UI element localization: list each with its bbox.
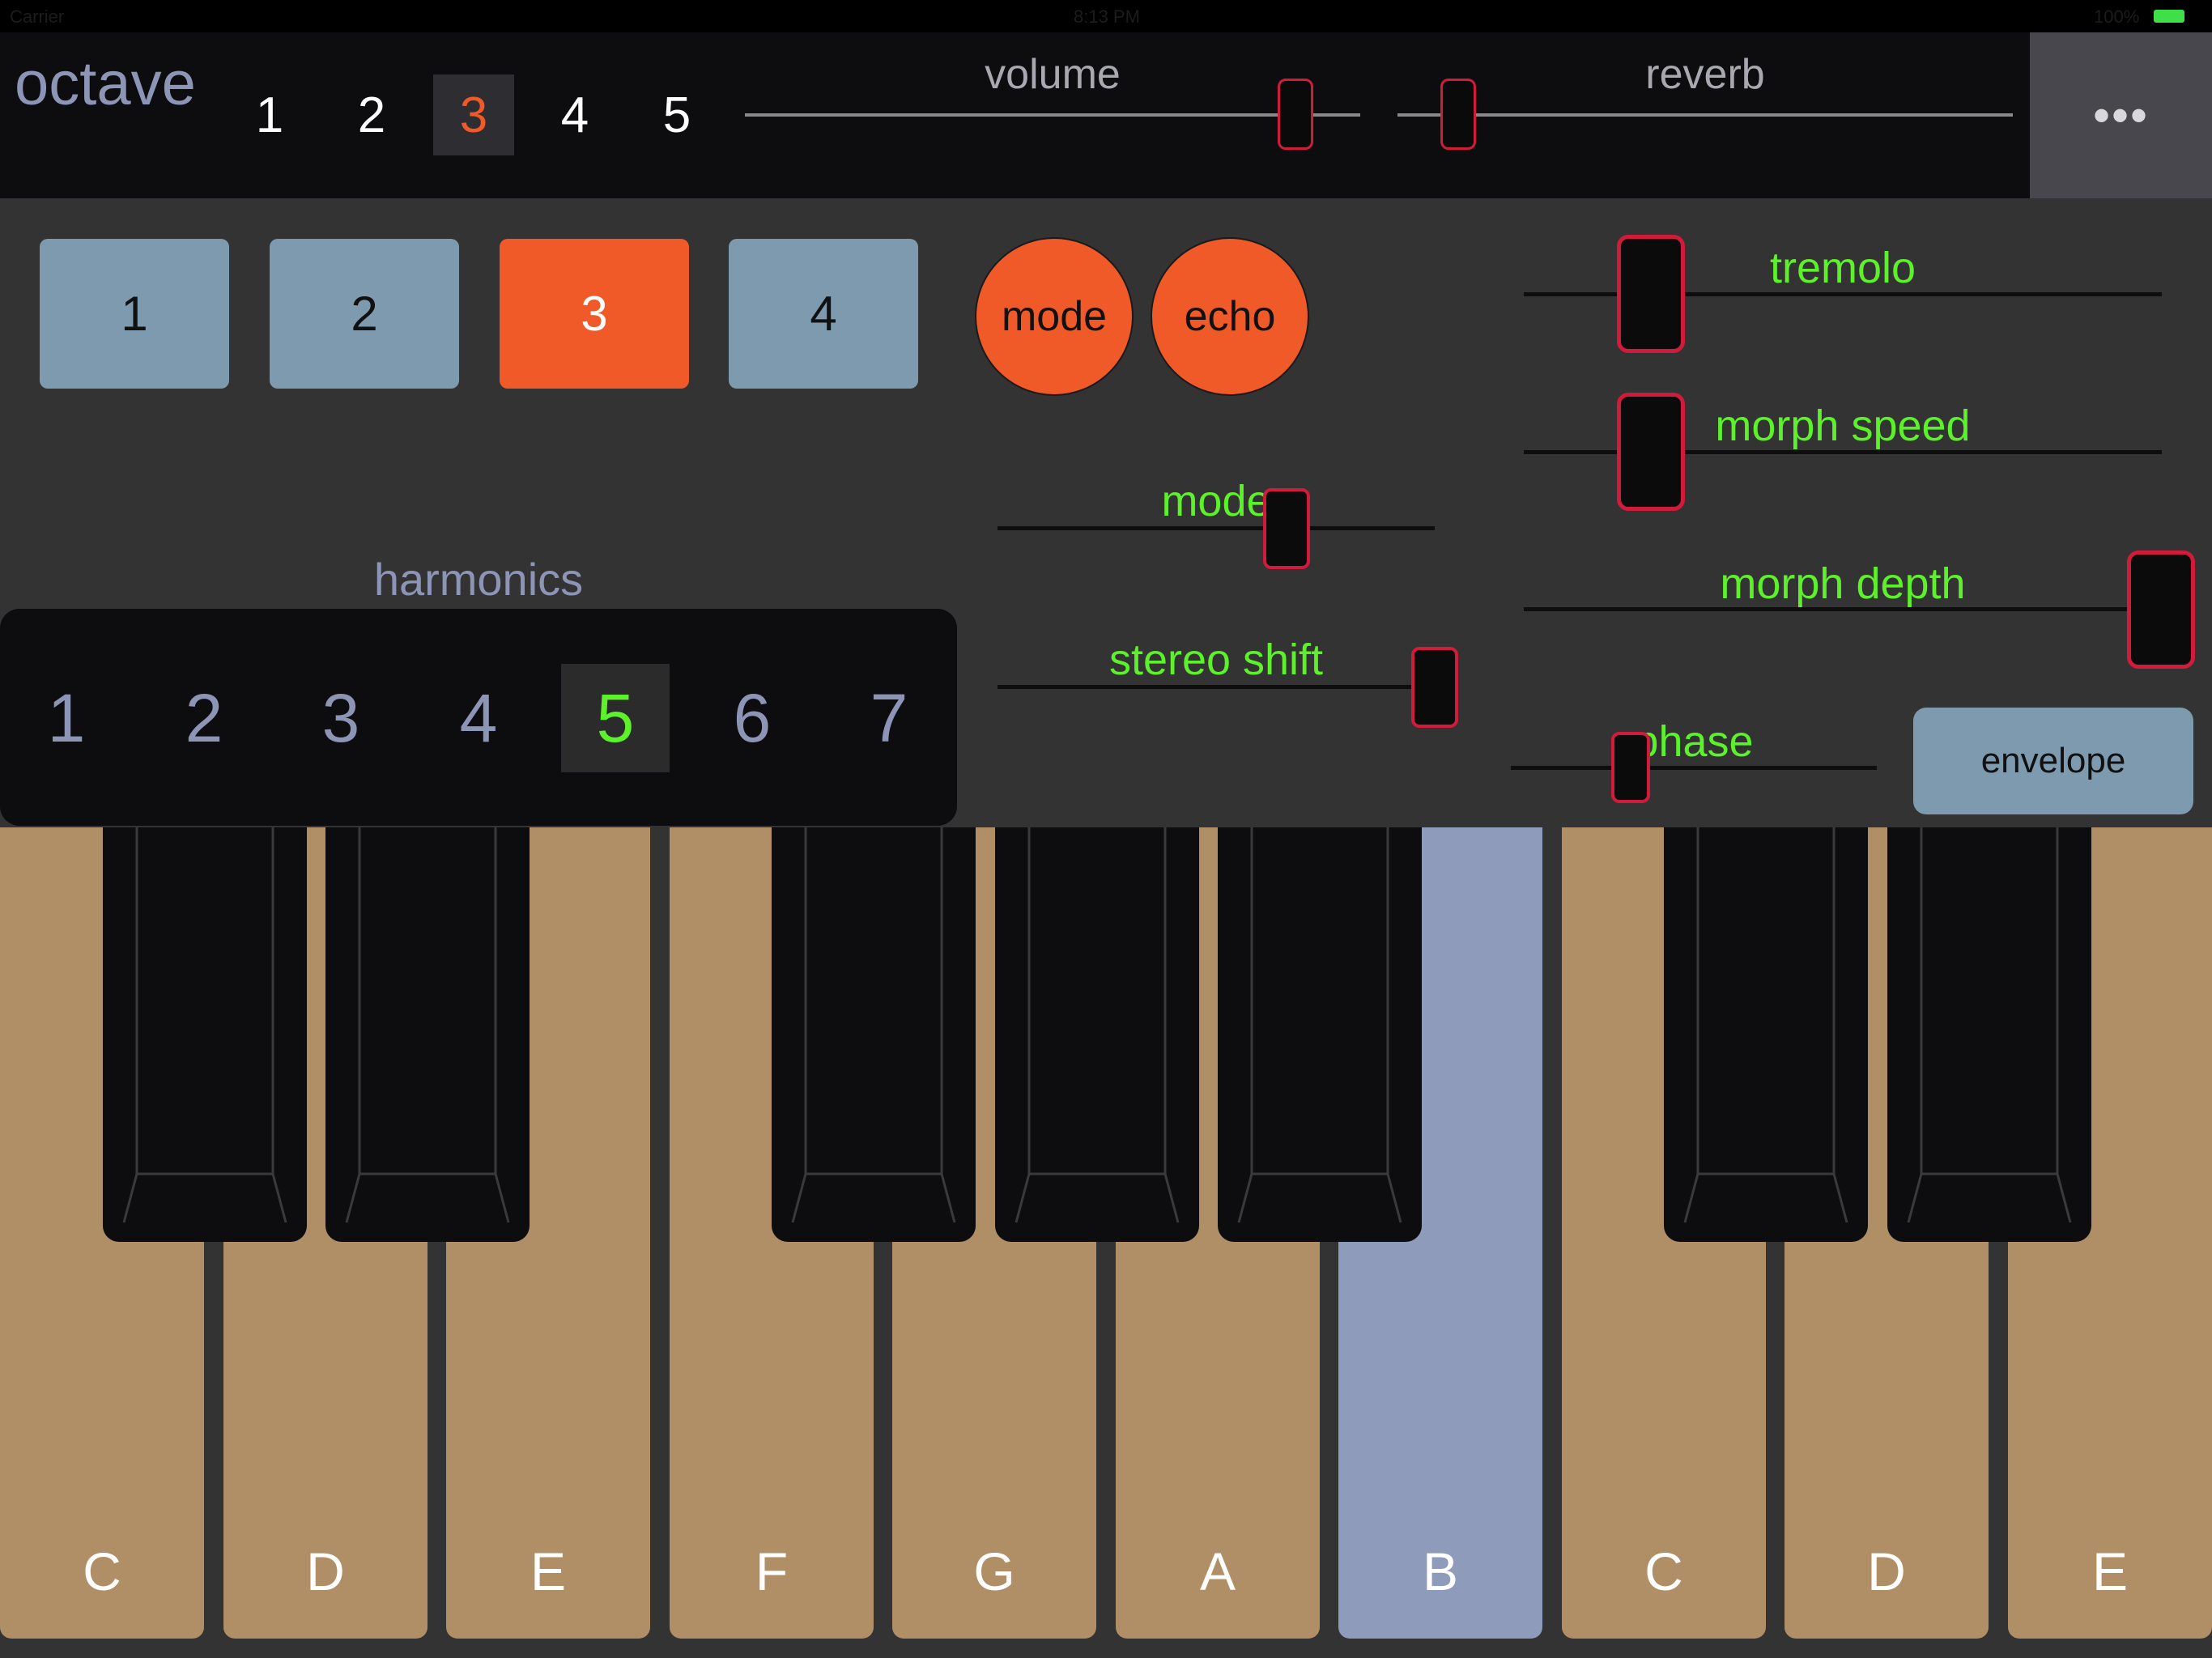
volume-slider-thumb[interactable]	[1278, 79, 1313, 150]
phase-thumb[interactable]	[1611, 732, 1650, 803]
reverb-slider-track[interactable]	[1397, 113, 2013, 117]
phase-label: phase	[1634, 717, 1754, 766]
preset-button-1[interactable]: 1	[40, 239, 229, 389]
mode-button[interactable]: mode	[975, 237, 1134, 396]
black-key-d-sharp[interactable]	[325, 827, 530, 1242]
black-key-bevel	[1015, 827, 1180, 1223]
mode-slider-thumb[interactable]	[1263, 488, 1310, 569]
morph-depth-track[interactable]	[1524, 607, 2162, 611]
harmonic-button-4[interactable]: 4	[424, 664, 533, 772]
battery-icon	[2154, 10, 2184, 23]
morph-depth-label: morph depth	[1720, 559, 1966, 608]
key-label: C	[83, 1541, 121, 1601]
mode-slider-label: mode	[1161, 477, 1271, 525]
black-key-d-sharp-2[interactable]	[1887, 827, 2091, 1242]
clock-text: 8:13 PM	[1074, 6, 1140, 27]
black-key-bevel	[791, 827, 956, 1223]
key-label: E	[2091, 1541, 2129, 1601]
black-key-bevel	[1237, 827, 1402, 1223]
key-label: C	[1644, 1541, 1683, 1601]
key-label: D	[306, 1541, 345, 1601]
status-bar: Carrier 8:13 PM 100%	[0, 0, 2212, 32]
key-label: D	[1867, 1541, 1906, 1601]
ellipsis-icon: •••	[2092, 88, 2150, 142]
harmonic-button-6[interactable]: 6	[698, 664, 806, 772]
phase-track[interactable]	[1511, 766, 1877, 770]
key-label: G	[973, 1541, 1015, 1601]
more-button[interactable]: •••	[2030, 32, 2212, 198]
tremolo-thumb[interactable]	[1617, 235, 1685, 353]
harmonic-button-1[interactable]: 1	[12, 664, 121, 772]
reverb-slider-thumb[interactable]	[1440, 79, 1476, 150]
reverb-label: reverb	[1645, 51, 1765, 98]
key-label: E	[530, 1541, 567, 1601]
octave-label: octave	[15, 49, 196, 118]
morph-speed-thumb[interactable]	[1617, 393, 1685, 511]
octave-button-4[interactable]: 4	[534, 74, 615, 155]
envelope-button[interactable]: envelope	[1913, 708, 2193, 814]
harmonic-button-5[interactable]: 5	[561, 664, 670, 772]
black-key-c-sharp[interactable]	[103, 827, 307, 1242]
piano-keyboard: C D E F G A B C D E	[0, 827, 2212, 1658]
harmonic-button-7[interactable]: 7	[835, 664, 943, 772]
harmonics-label: harmonics	[373, 554, 584, 605]
volume-slider-track[interactable]	[745, 113, 1360, 117]
octave-button-5[interactable]: 5	[636, 74, 717, 155]
black-key-bevel	[1683, 827, 1848, 1223]
key-label: B	[1422, 1541, 1459, 1601]
stereo-shift-thumb[interactable]	[1411, 647, 1458, 728]
battery-percent: 100%	[2094, 6, 2140, 27]
echo-button[interactable]: echo	[1151, 237, 1309, 396]
black-key-bevel	[122, 827, 287, 1223]
preset-button-4[interactable]: 4	[729, 239, 918, 389]
mode-slider-track[interactable]	[998, 526, 1435, 530]
key-label: F	[755, 1541, 789, 1601]
carrier-text: Carrier	[10, 6, 65, 27]
octave-button-1[interactable]: 1	[229, 74, 310, 155]
octave-button-3[interactable]: 3	[433, 74, 514, 155]
black-key-f-sharp[interactable]	[772, 827, 976, 1242]
octave-button-2[interactable]: 2	[331, 74, 412, 155]
black-key-bevel	[345, 827, 510, 1223]
black-key-bevel	[1907, 827, 2072, 1223]
stereo-shift-track[interactable]	[998, 685, 1435, 689]
morph-depth-thumb[interactable]	[2127, 551, 2195, 669]
volume-label: volume	[985, 51, 1121, 98]
preset-button-2[interactable]: 2	[270, 239, 459, 389]
key-label: A	[1199, 1541, 1236, 1601]
stereo-shift-label: stereo shift	[1108, 636, 1324, 684]
black-key-g-sharp[interactable]	[995, 827, 1199, 1242]
harmonic-button-2[interactable]: 2	[150, 664, 258, 772]
preset-button-3[interactable]: 3	[500, 239, 689, 389]
black-key-c-sharp-2[interactable]	[1664, 827, 1868, 1242]
black-key-a-sharp[interactable]	[1218, 827, 1422, 1242]
harmonic-button-3[interactable]: 3	[287, 664, 395, 772]
